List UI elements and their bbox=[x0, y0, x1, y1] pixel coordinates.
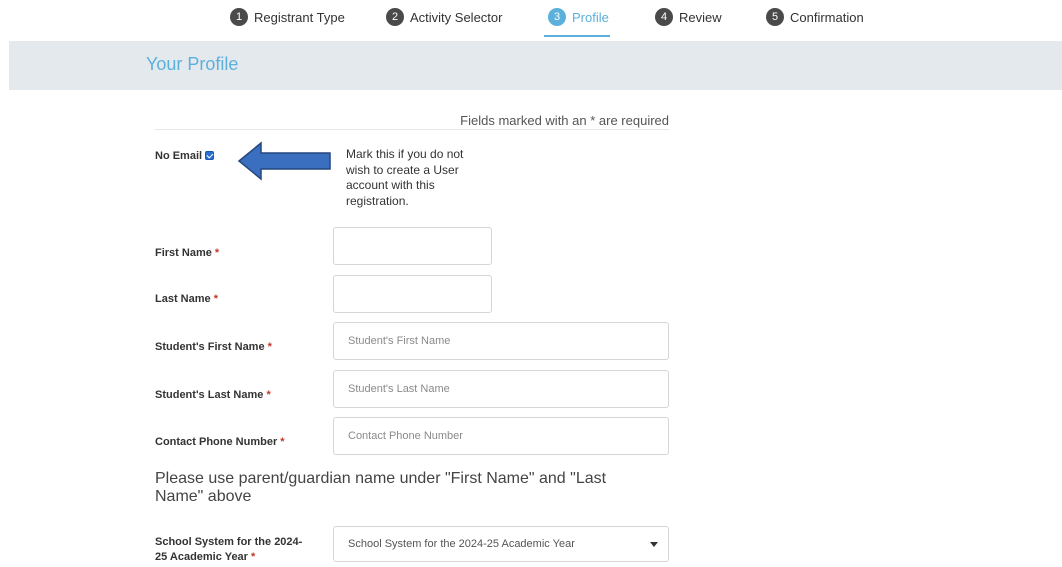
profile-header: Your Profile bbox=[9, 41, 1062, 90]
step-number: 1 bbox=[230, 8, 248, 26]
step-label: Activity Selector bbox=[410, 9, 503, 25]
last-name-label-text: Last Name bbox=[155, 293, 211, 305]
no-email-checkbox[interactable] bbox=[205, 151, 214, 160]
step-confirmation[interactable]: 5 Confirmation bbox=[766, 7, 864, 27]
school-system-label: School System for the 2024- 25 Academic … bbox=[155, 535, 302, 565]
first-name-label: First Name * bbox=[155, 246, 219, 261]
student-first-name-label: Student's First Name * bbox=[155, 340, 272, 355]
last-name-input[interactable] bbox=[333, 275, 492, 313]
divider bbox=[155, 129, 669, 130]
school-system-select[interactable]: School System for the 2024-25 Academic Y… bbox=[333, 526, 669, 562]
required-asterisk: * bbox=[266, 389, 271, 401]
required-asterisk: * bbox=[280, 436, 285, 448]
step-registrant-type[interactable]: 1 Registrant Type bbox=[230, 7, 345, 27]
first-name-input[interactable] bbox=[333, 227, 492, 265]
last-name-label: Last Name * bbox=[155, 292, 218, 307]
step-label: Review bbox=[679, 9, 722, 25]
page-title: Your Profile bbox=[146, 54, 239, 74]
student-first-name-input[interactable] bbox=[333, 322, 669, 360]
school-system-label-line1: School System for the 2024- bbox=[155, 536, 303, 548]
step-label: Profile bbox=[572, 9, 609, 25]
step-number: 4 bbox=[655, 8, 673, 26]
step-number: 2 bbox=[386, 8, 404, 26]
required-asterisk: * bbox=[267, 341, 272, 353]
school-system-label-line2: 25 Academic Year bbox=[155, 551, 248, 563]
contact-phone-label-text: Contact Phone Number bbox=[155, 436, 278, 448]
student-last-name-input[interactable] bbox=[333, 370, 669, 408]
caret-down-icon bbox=[650, 542, 658, 547]
no-email-help-text: Mark this if you do not wish to create a… bbox=[346, 147, 464, 208]
student-last-name-label: Student's Last Name * bbox=[155, 388, 271, 403]
step-number: 5 bbox=[766, 8, 784, 26]
progress-stepper: 1 Registrant Type 2 Activity Selector 3 … bbox=[0, 0, 1062, 40]
required-fields-note: Fields marked with an * are required bbox=[460, 113, 669, 128]
no-email-label: No Email bbox=[155, 149, 202, 164]
active-step-underline bbox=[544, 35, 610, 37]
school-system-select-placeholder: School System for the 2024-25 Academic Y… bbox=[348, 538, 575, 550]
no-email-label-text: No Email bbox=[155, 150, 203, 162]
guardian-name-note: Please use parent/guardian name under "F… bbox=[155, 470, 607, 505]
step-activity-selector[interactable]: 2 Activity Selector bbox=[386, 7, 502, 27]
left-arrow-icon bbox=[237, 141, 331, 181]
student-last-name-label-text: Student's Last Name bbox=[155, 389, 264, 401]
step-number: 3 bbox=[548, 8, 566, 26]
first-name-label-text: First Name bbox=[155, 247, 212, 259]
contact-phone-input[interactable] bbox=[333, 417, 669, 455]
step-profile[interactable]: 3 Profile bbox=[548, 7, 609, 27]
step-label: Confirmation bbox=[790, 9, 864, 25]
required-asterisk: * bbox=[251, 551, 256, 563]
contact-phone-label: Contact Phone Number * bbox=[155, 435, 285, 450]
student-first-name-label-text: Student's First Name bbox=[155, 341, 265, 353]
step-label: Registrant Type bbox=[254, 9, 345, 25]
required-asterisk: * bbox=[214, 247, 220, 259]
required-asterisk: * bbox=[213, 293, 218, 305]
step-review[interactable]: 4 Review bbox=[655, 7, 722, 27]
